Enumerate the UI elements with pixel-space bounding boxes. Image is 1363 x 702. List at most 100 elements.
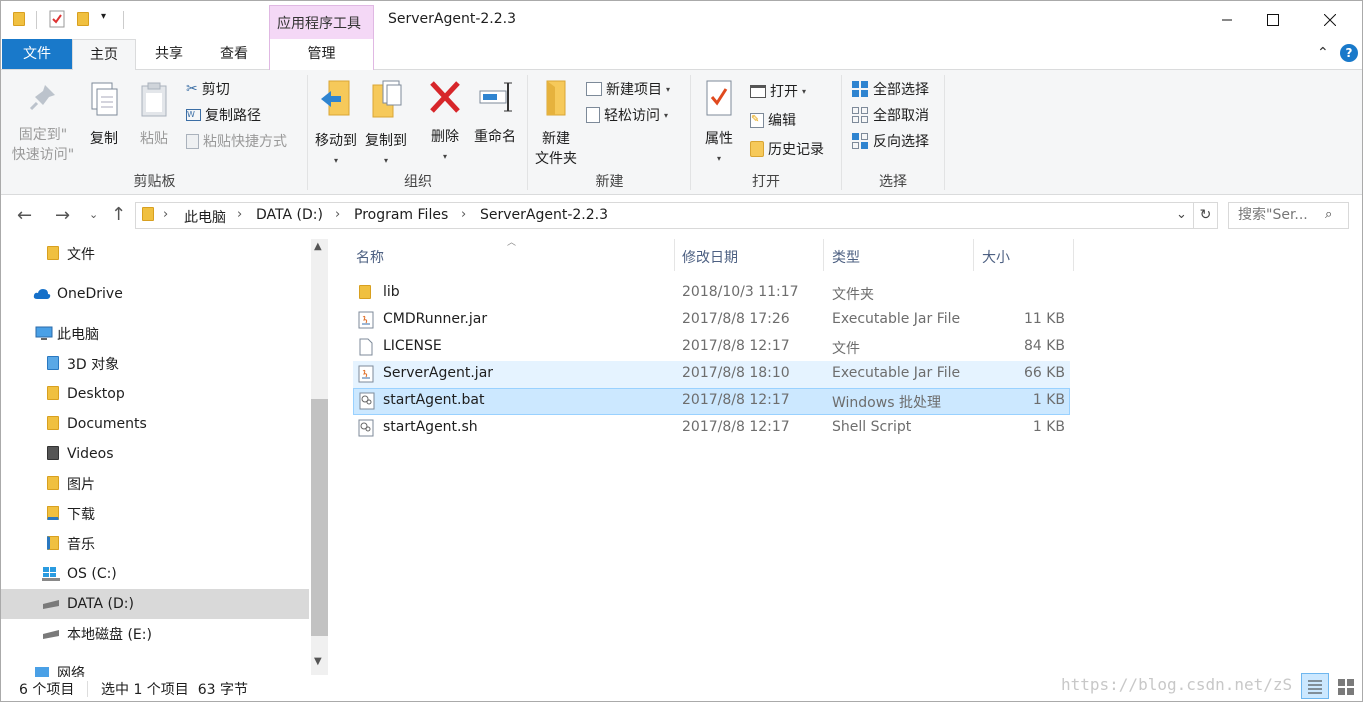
address-dropdown-icon[interactable]: ⌄ xyxy=(1176,207,1187,222)
new-folder-icon[interactable] xyxy=(77,12,89,26)
move-to-button[interactable]: 移动到 ▾ xyxy=(313,79,359,171)
edit-button[interactable]: ✎ 编辑 xyxy=(750,110,796,130)
batch-file-icon xyxy=(359,392,375,414)
nav-item-data-d[interactable]: DATA (D:) xyxy=(1,589,309,619)
paste-button[interactable]: 粘贴 xyxy=(133,81,175,149)
select-none-icon xyxy=(852,107,868,123)
copy-to-button[interactable]: 复制到 ▾ xyxy=(363,79,409,171)
minimize-button[interactable] xyxy=(1204,1,1250,39)
properties-icon[interactable] xyxy=(49,10,65,32)
select-none-button[interactable]: 全部取消 xyxy=(851,105,929,125)
tab-view[interactable]: 查看 xyxy=(209,39,259,70)
sort-ascending-icon: ︿ xyxy=(507,238,517,248)
edit-icon: ✎ xyxy=(750,112,764,128)
nav-item-desktop[interactable]: Desktop xyxy=(1,379,309,409)
divider xyxy=(123,11,124,29)
breadcrumb-data-drive[interactable]: DATA (D:) xyxy=(256,207,323,223)
search-icon: ⌕ xyxy=(1325,207,1333,222)
window-title: ServerAgent-2.2.3 xyxy=(388,11,517,27)
breadcrumb-current-folder[interactable]: ServerAgent-2.2.3 xyxy=(480,207,608,223)
large-icons-view-button[interactable] xyxy=(1334,675,1358,699)
file-row[interactable]: LICENSE 2017/8/8 12:17 文件 84 KB xyxy=(353,334,1070,361)
new-folder-button[interactable]: 新建 文件夹 xyxy=(531,79,581,169)
details-view-icon xyxy=(1308,680,1322,694)
new-item-button[interactable]: 新建项目 ▾ xyxy=(586,79,670,99)
nav-item-files[interactable]: 文件 xyxy=(1,239,309,269)
column-divider[interactable] xyxy=(823,239,824,271)
new-item-icon xyxy=(586,82,602,96)
videos-folder-icon xyxy=(47,446,63,462)
back-arrow-icon[interactable]: ← xyxy=(17,205,32,226)
column-divider[interactable] xyxy=(973,239,974,271)
paste-shortcut-icon xyxy=(186,133,199,149)
refresh-button[interactable]: ↻ xyxy=(1194,202,1218,229)
column-divider[interactable] xyxy=(1073,239,1074,271)
paste-shortcut-button[interactable]: 粘贴快捷方式 xyxy=(186,131,287,151)
network-icon xyxy=(33,665,49,677)
file-row-hovered[interactable]: ServerAgent.jar 2017/8/8 18:10 Executabl… xyxy=(353,361,1070,388)
breadcrumb-separator-icon[interactable]: › xyxy=(237,207,242,222)
tab-file[interactable]: 文件 xyxy=(2,39,72,69)
scroll-down-icon[interactable]: ▼ xyxy=(314,656,322,667)
delete-button[interactable]: 删除 ▾ xyxy=(425,79,465,167)
column-header-type[interactable]: 类型 xyxy=(832,247,860,267)
column-header-name[interactable]: 名称 xyxy=(356,247,384,267)
tab-home[interactable]: 主页 xyxy=(72,39,136,71)
nav-item-videos[interactable]: Videos xyxy=(1,439,309,469)
nav-item-music[interactable]: 音乐 xyxy=(1,529,309,559)
nav-scrollbar-thumb[interactable] xyxy=(311,399,328,636)
forward-arrow-icon[interactable]: → xyxy=(55,205,70,226)
scroll-up-icon[interactable]: ▲ xyxy=(314,241,322,252)
nav-item-network[interactable]: 网络 xyxy=(1,659,309,677)
maximize-button[interactable] xyxy=(1250,1,1296,39)
recent-locations-icon[interactable]: ⌄ xyxy=(89,208,98,221)
new-group-label: 新建 xyxy=(595,174,624,190)
chevron-down-icon[interactable]: ▾ xyxy=(101,11,106,22)
easy-access-button[interactable]: 轻松访问 ▾ xyxy=(586,105,668,125)
file-row[interactable]: CMDRunner.jar 2017/8/8 17:26 Executable … xyxy=(353,307,1070,334)
folder-icon xyxy=(13,12,25,26)
nav-item-local-disk-e[interactable]: 本地磁盘 (E:) xyxy=(1,619,309,649)
new-folder-icon xyxy=(546,80,566,116)
column-divider[interactable] xyxy=(674,239,675,271)
nav-item-pictures[interactable]: 图片 xyxy=(1,469,309,499)
cut-button[interactable]: ✂ 剪切 xyxy=(186,79,230,99)
column-header-size[interactable]: 大小 xyxy=(982,247,1010,267)
3d-objects-icon xyxy=(47,356,63,372)
nav-item-onedrive[interactable]: OneDrive xyxy=(1,279,309,309)
breadcrumb-separator-icon[interactable]: › xyxy=(163,207,168,222)
copy-path-button[interactable]: W 复制路径 xyxy=(186,105,261,125)
details-view-button[interactable] xyxy=(1301,673,1329,699)
select-all-button[interactable]: 全部选择 xyxy=(851,79,929,99)
file-row[interactable]: startAgent.sh 2017/8/8 12:17 Shell Scrip… xyxy=(353,415,1070,442)
breadcrumb-separator-icon[interactable]: › xyxy=(461,207,466,222)
nav-item-os-c[interactable]: OS (C:) xyxy=(1,559,309,589)
properties-button[interactable]: 属性 ▾ xyxy=(698,79,740,169)
rename-button[interactable]: 重命名 xyxy=(471,79,519,147)
close-button[interactable] xyxy=(1307,1,1353,39)
file-row[interactable]: lib 2018/10/3 11:17 文件夹 xyxy=(353,280,1070,307)
nav-item-3d-objects[interactable]: 3D 对象 xyxy=(1,349,309,379)
invert-selection-button[interactable]: 反向选择 xyxy=(851,131,929,151)
history-button[interactable]: 历史记录 xyxy=(750,139,824,159)
cloud-icon xyxy=(33,287,51,303)
breadcrumb-separator-icon[interactable]: › xyxy=(335,207,340,222)
up-arrow-icon[interactable]: ↑ xyxy=(111,204,126,225)
nav-item-downloads[interactable]: 下载 xyxy=(1,499,309,529)
copy-icon xyxy=(91,82,118,116)
nav-item-documents[interactable]: Documents xyxy=(1,409,309,439)
tab-manage[interactable]: 管理 xyxy=(269,39,374,70)
help-icon[interactable]: ? xyxy=(1340,44,1358,62)
collapse-ribbon-icon[interactable]: ⌃ xyxy=(1317,45,1329,61)
tab-share[interactable]: 共享 xyxy=(144,39,194,70)
breadcrumb-this-pc[interactable]: 此电脑 xyxy=(184,207,226,227)
pin-quick-access-button[interactable]: 固定到" 快速访问" xyxy=(7,81,79,165)
folder-icon xyxy=(359,285,371,299)
breadcrumb-program-files[interactable]: Program Files xyxy=(354,207,448,223)
file-row-selected[interactable]: startAgent.bat 2017/8/8 12:17 Windows 批处… xyxy=(353,388,1070,415)
desktop-folder-icon xyxy=(47,386,63,402)
nav-item-this-pc[interactable]: 此电脑 xyxy=(1,319,309,349)
copy-button[interactable]: 复制 xyxy=(83,81,125,149)
open-button[interactable]: 打开 ▾ xyxy=(750,81,806,101)
column-header-modified[interactable]: 修改日期 xyxy=(682,247,738,267)
